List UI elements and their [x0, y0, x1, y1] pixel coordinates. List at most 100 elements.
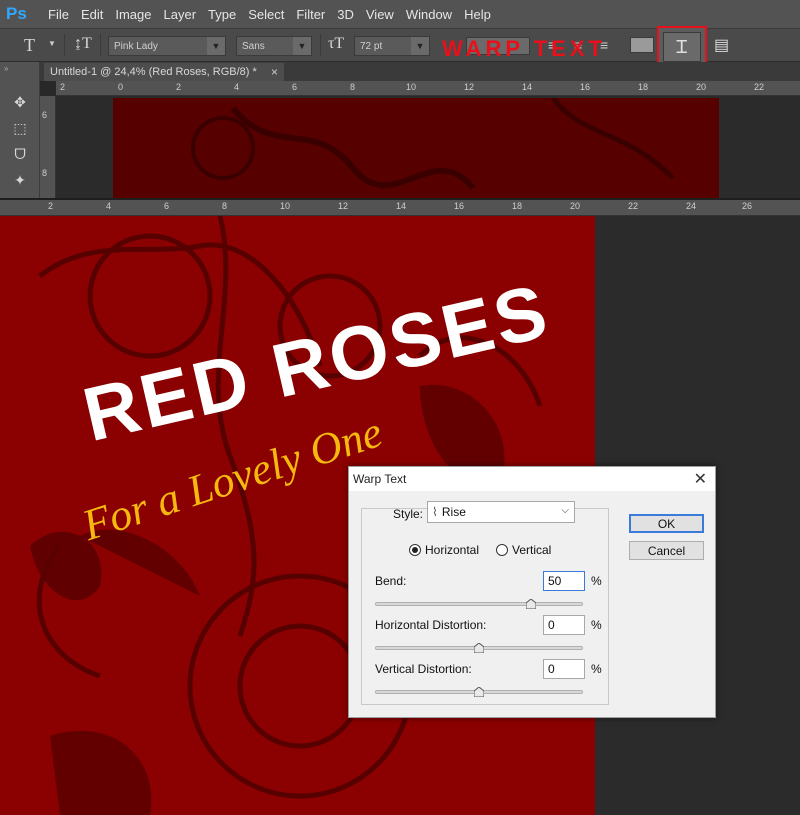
- menu-view[interactable]: View: [366, 7, 394, 22]
- separator: [64, 34, 65, 56]
- toggle-orientation-icon[interactable]: ↨T: [74, 35, 92, 53]
- ruler-label: 6: [164, 201, 170, 211]
- ruler-label: 2: [176, 82, 182, 92]
- document-tab[interactable]: Untitled-1 @ 24,4% (Red Roses, RGB/8) * …: [44, 63, 284, 81]
- photoshop-logo: Ps: [6, 4, 27, 23]
- menu-layer[interactable]: Layer: [164, 7, 197, 22]
- vertical-radio[interactable]: Vertical: [496, 543, 551, 557]
- font-family-select[interactable]: Pink Lady ▼: [108, 36, 226, 56]
- chevron-down-icon: ▼: [411, 37, 429, 55]
- bend-slider-track[interactable]: [375, 602, 583, 606]
- ruler-label: 18: [638, 82, 649, 92]
- style-value: Rise: [441, 505, 466, 519]
- horizontal-distortion-label: Horizontal Distortion:: [375, 618, 487, 632]
- style-label: Style:: [393, 507, 424, 521]
- vertical-distortion-unit: %: [591, 662, 602, 676]
- ruler-label: 6: [292, 82, 298, 92]
- ruler-label: 4: [106, 201, 112, 211]
- ruler-label: 22: [754, 82, 765, 92]
- font-style-value: Sans: [242, 40, 265, 52]
- menu-3d[interactable]: 3D: [337, 7, 354, 22]
- menu-file[interactable]: File: [48, 7, 69, 22]
- ruler-label: 10: [406, 82, 417, 92]
- chevron-down-icon: ⌵: [561, 505, 569, 516]
- chevron-down-icon: ▼: [293, 37, 311, 55]
- ruler-label: 16: [454, 201, 465, 211]
- vertical-ruler-top: 6 8: [40, 96, 56, 208]
- separator: [320, 34, 321, 56]
- horizontal-ruler-main: 2 4 6 8 10 12 14 16 18 20 22 24 26: [0, 200, 800, 216]
- ruler-label: 6: [42, 110, 48, 120]
- ruler-label: 8: [350, 82, 356, 92]
- ruler-label: 12: [464, 82, 475, 92]
- cancel-button[interactable]: Cancel: [629, 541, 704, 560]
- dialog-title: Warp Text: [353, 472, 407, 486]
- rise-style-icon: ⌇: [432, 505, 438, 519]
- vertical-label: Vertical: [512, 543, 552, 557]
- magic-wand-tool-icon[interactable]: ✦: [10, 170, 30, 190]
- ruler-label: 14: [522, 82, 533, 92]
- horizontal-label: Horizontal: [425, 543, 480, 557]
- font-size-icon: τT: [328, 35, 345, 52]
- upper-canvas-view: [113, 98, 719, 198]
- horizontal-ruler-top: 2 0 2 4 6 8 10 12 14 16 18 20 22: [56, 81, 800, 96]
- menu-window[interactable]: Window: [406, 7, 452, 22]
- separator: [100, 34, 101, 56]
- warp-text-dialog: Warp Text ✕ Style: ⌇ Rise ⌵ Horizontal V…: [348, 466, 716, 718]
- ruler-label: 4: [234, 82, 240, 92]
- ruler-label: 18: [512, 201, 523, 211]
- vertical-distortion-slider-thumb[interactable]: [474, 687, 484, 697]
- tools-panel: » ✥ ⬚ ᗜ ✦: [0, 62, 40, 210]
- document-tab-title: Untitled-1 @ 24,4% (Red Roses, RGB/8) *: [50, 66, 257, 78]
- style-select[interactable]: ⌇ Rise ⌵: [427, 501, 575, 523]
- horizontal-radio[interactable]: Horizontal: [409, 543, 479, 557]
- warp-text-icon: Ꮖ: [663, 32, 701, 62]
- move-tool-icon[interactable]: ✥: [10, 92, 30, 112]
- menu-image[interactable]: Image: [115, 7, 151, 22]
- ruler-label: 16: [580, 82, 591, 92]
- bend-unit: %: [591, 574, 602, 588]
- radio-selected-icon: [409, 544, 421, 556]
- ruler-label: 20: [570, 201, 581, 211]
- ruler-label: 24: [686, 201, 697, 211]
- font-size-select[interactable]: 72 pt ▼: [354, 36, 430, 56]
- menu-edit[interactable]: Edit: [81, 7, 103, 22]
- warp-text-callout: WARP TEXT: [442, 36, 606, 61]
- ruler-label: 14: [396, 201, 407, 211]
- rose-illustration-top: [191, 98, 675, 190]
- menu-help[interactable]: Help: [464, 7, 491, 22]
- ruler-label: 2: [48, 201, 54, 211]
- ok-button[interactable]: OK: [629, 514, 704, 533]
- character-panel-icon[interactable]: ▤: [714, 35, 729, 55]
- bend-input[interactable]: 50: [543, 571, 585, 591]
- collapse-icon[interactable]: »: [4, 64, 8, 73]
- ruler-label: 10: [280, 201, 291, 211]
- marquee-tool-icon[interactable]: ⬚: [10, 118, 30, 138]
- font-family-value: Pink Lady: [114, 40, 158, 52]
- lasso-tool-icon[interactable]: ᗜ: [10, 144, 30, 164]
- horizontal-distortion-unit: %: [591, 618, 602, 632]
- menu-bar: Ps File Edit Image Layer Type Select Fil…: [0, 0, 800, 28]
- bend-slider-thumb[interactable]: [526, 599, 536, 609]
- close-icon[interactable]: ✕: [694, 469, 707, 489]
- horizontal-distortion-slider-thumb[interactable]: [474, 643, 484, 653]
- ruler-label: 26: [742, 201, 753, 211]
- horizontal-distortion-input[interactable]: 0: [543, 615, 585, 635]
- close-tab-icon[interactable]: ×: [271, 65, 278, 79]
- ruler-label: 8: [222, 201, 228, 211]
- radio-unselected-icon: [496, 544, 508, 556]
- vertical-distortion-label: Vertical Distortion:: [375, 662, 472, 676]
- menu-select[interactable]: Select: [248, 7, 284, 22]
- menu-filter[interactable]: Filter: [296, 7, 325, 22]
- ruler-label: 12: [338, 201, 349, 211]
- vertical-distortion-input[interactable]: 0: [543, 659, 585, 679]
- ruler-label: 2: [60, 82, 66, 92]
- tool-preset-chevron-icon[interactable]: ▼: [48, 39, 56, 48]
- ruler-label: 0: [118, 82, 124, 92]
- text-color-swatch[interactable]: [630, 37, 654, 53]
- menu-type[interactable]: Type: [208, 7, 236, 22]
- font-style-select[interactable]: Sans ▼: [236, 36, 312, 56]
- type-tool-icon[interactable]: T: [24, 35, 35, 56]
- font-size-value: 72 pt: [360, 40, 383, 52]
- ruler-label: 8: [42, 168, 48, 178]
